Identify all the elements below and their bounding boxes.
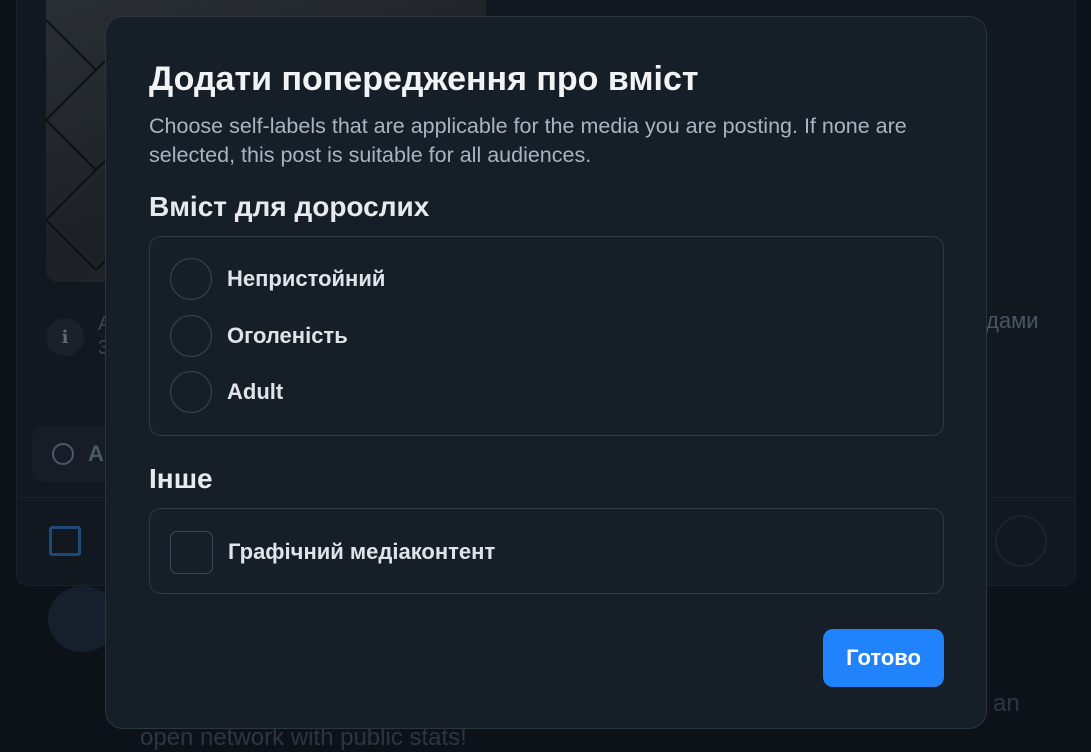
adult-content-options: Непристойний Оголеність Adult bbox=[149, 236, 944, 436]
other-options: Графічний медіаконтент bbox=[149, 508, 944, 594]
character-count-ring bbox=[995, 515, 1047, 567]
info-icon: i bbox=[46, 318, 84, 356]
radio-button[interactable] bbox=[170, 258, 212, 300]
option-label: Оголеність bbox=[227, 323, 348, 348]
option-suggestive[interactable]: Непристойний bbox=[170, 257, 385, 301]
option-adult[interactable]: Adult bbox=[170, 370, 283, 414]
language-label: A bbox=[88, 441, 104, 466]
globe-icon bbox=[52, 443, 74, 465]
option-graphic-media[interactable]: Графічний медіаконтент bbox=[170, 530, 495, 574]
checkbox[interactable] bbox=[170, 530, 213, 574]
background-text-fragment: дами bbox=[986, 308, 1039, 333]
dialog-description: Choose self-labels that are applicable f… bbox=[149, 114, 907, 167]
dialog-title: Додати попередження про вміст bbox=[149, 60, 699, 98]
background-text-fragment: an bbox=[993, 690, 1020, 717]
screen: i A 3 дами A an open network with public… bbox=[0, 0, 1091, 752]
radio-button[interactable] bbox=[170, 371, 212, 413]
image-icon bbox=[49, 526, 81, 556]
option-label: Графічний медіаконтент bbox=[228, 539, 496, 564]
option-nudity[interactable]: Оголеність bbox=[170, 314, 348, 358]
option-label: Adult bbox=[227, 379, 284, 404]
adult-content-heading: Вміст для дорослих bbox=[149, 191, 430, 222]
option-label: Непристойний bbox=[227, 266, 386, 291]
other-heading: Інше bbox=[149, 463, 213, 494]
content-warning-dialog: Додати попередження про вміст Choose sel… bbox=[105, 16, 987, 729]
done-button[interactable]: Готово bbox=[823, 629, 944, 687]
radio-button[interactable] bbox=[170, 315, 212, 357]
